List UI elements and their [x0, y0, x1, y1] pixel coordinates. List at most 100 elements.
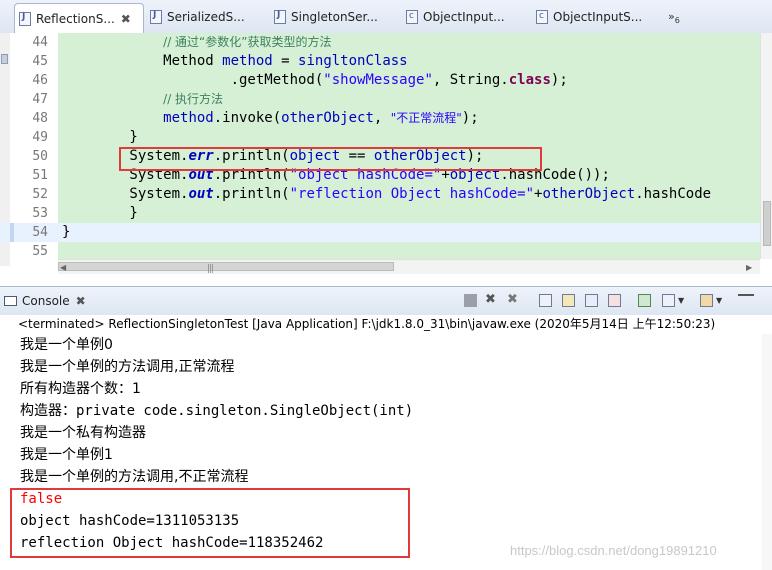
chevron-down-icon[interactable]: ▼: [716, 296, 729, 309]
highlight-box: [119, 147, 542, 171]
code-token: singltonClass: [298, 53, 408, 69]
tab-overflow-button[interactable]: »6: [668, 10, 680, 25]
code-text: System.out.println("reflection Object ha…: [62, 185, 711, 204]
show-on-stderr-icon[interactable]: [608, 294, 621, 307]
class-file-icon: [406, 10, 418, 24]
tab-object-input-1[interactable]: ObjectInput...: [402, 4, 528, 30]
tab-object-input-2[interactable]: ObjectInputS...: [532, 4, 662, 30]
code-token: "reflection Object hashCode=": [289, 186, 535, 202]
tab-singleton-serial[interactable]: SingletonSer...: [270, 4, 398, 30]
line-number: 50: [32, 149, 48, 164]
code-token: "showMessage": [323, 72, 433, 88]
console-vertical-scrollbar[interactable]: [762, 334, 772, 570]
code-token: otherObject: [281, 110, 374, 126]
stdout-line: 我是一个单例1: [20, 447, 113, 463]
code-line: 44 // 通过“参数化”获取类型的方法: [0, 33, 760, 52]
stdout-line: 我是一个私有构造器: [20, 425, 146, 441]
launch-status-line: <terminated> ReflectionSingletonTest [Ja…: [0, 315, 772, 334]
remove-all-launches-icon[interactable]: ✖: [507, 292, 520, 307]
terminate-icon[interactable]: [464, 294, 477, 307]
watermark: https://blog.csdn.net/dong19891210: [510, 543, 717, 558]
code-token: ,: [373, 110, 391, 126]
tab-label: ObjectInputS...: [553, 10, 643, 24]
scroll-lock-icon[interactable]: [562, 294, 575, 307]
line-number: 53: [32, 206, 48, 221]
code-token: out: [188, 186, 214, 202]
display-console-icon[interactable]: [662, 294, 675, 307]
chevron-down-icon[interactable]: ▼: [678, 296, 691, 309]
class-file-icon: [536, 10, 548, 24]
code-text: }: [62, 128, 138, 147]
clear-console-icon[interactable]: [539, 294, 552, 307]
java-file-icon: [19, 11, 31, 26]
scroll-thumb[interactable]: |||: [58, 262, 394, 274]
stdout-line: 构造器：private code.singleton.SingleObject(…: [20, 403, 414, 419]
code-line: 49 }: [0, 128, 760, 147]
chevron-right-icon: »: [668, 10, 675, 23]
editor-vertical-scrollbar[interactable]: [760, 33, 772, 259]
code-token: System.: [62, 186, 189, 202]
code-line: 46 .getMethod("showMessage", String.clas…: [0, 71, 760, 90]
code-line: 52 System.out.println("reflection Object…: [0, 185, 760, 204]
tab-label: ObjectInput...: [423, 10, 505, 24]
code-text: Method method = singltonClass: [62, 52, 408, 71]
code-token: , String.: [432, 72, 509, 88]
line-number: 47: [32, 92, 48, 107]
scroll-left-icon[interactable]: ◀: [60, 263, 66, 272]
code-token: method: [222, 53, 273, 69]
code-token: }: [62, 224, 71, 240]
code-text: // 通过“参数化”获取类型的方法: [62, 33, 331, 52]
editor-horizontal-scrollbar[interactable]: ||| ◀ ▶: [58, 259, 760, 274]
line-number: 46: [32, 73, 48, 88]
overflow-count: 6: [674, 16, 680, 26]
tab-label: SingletonSer...: [291, 10, 378, 24]
stdout-line: 我是一个单例的方法调用,正常流程: [20, 359, 235, 375]
code-token: .hashCode: [635, 186, 712, 202]
code-line: 54}: [0, 223, 760, 242]
tab-label: ReflectionS...: [36, 11, 115, 26]
code-token: .getMethod(: [62, 72, 324, 88]
editor-tab-bar: ReflectionS... ✖ SerializedS... Singleto…: [0, 0, 772, 34]
remove-launch-icon[interactable]: ✖: [485, 292, 498, 307]
show-on-stdout-icon[interactable]: [585, 294, 598, 307]
scroll-right-icon[interactable]: ▶: [746, 263, 752, 272]
code-editor[interactable]: 44 // 通过“参数化”获取类型的方法 45 Method method = s…: [0, 33, 772, 274]
code-token: }: [62, 129, 138, 145]
code-token: );: [550, 72, 568, 88]
code-token: .println(: [213, 186, 290, 202]
line-number: 49: [32, 130, 48, 145]
stdout-line: 所有构造器个数：1: [20, 381, 141, 397]
code-token: class: [508, 72, 551, 88]
code-line: 47 // 执行方法: [0, 90, 760, 109]
code-line: 45 Method method = singltonClass: [0, 52, 760, 71]
open-console-icon[interactable]: [700, 294, 713, 307]
stdout-line: 我是一个单例0: [20, 337, 113, 353]
tab-serialized-singleton[interactable]: SerializedS...: [146, 4, 266, 30]
code-token: .invoke(: [213, 110, 282, 126]
code-line: 53 }: [0, 204, 760, 223]
code-token: // 执行方法: [163, 92, 224, 106]
code-token: =: [272, 53, 299, 69]
code-line: 48 method.invoke(otherObject, "不正常流程");: [0, 109, 760, 128]
code-text: // 执行方法: [62, 90, 223, 109]
tab-label: SerializedS...: [167, 10, 245, 24]
line-number: 45: [32, 54, 48, 69]
close-icon[interactable]: ✖: [76, 294, 86, 308]
console-monitor-icon: [4, 296, 17, 306]
scroll-thumb[interactable]: [763, 201, 771, 246]
line-number: 54: [32, 225, 48, 240]
close-icon[interactable]: ✖: [121, 12, 131, 26]
console-header: Console ✖ ✖ ✖ ▼ ▼: [0, 286, 772, 316]
line-number: 52: [32, 187, 48, 202]
tab-reflection-singleton-test[interactable]: ReflectionS... ✖: [14, 3, 144, 33]
line-number: 48: [32, 111, 48, 126]
pin-console-icon[interactable]: [638, 294, 651, 307]
minimize-icon[interactable]: [738, 294, 754, 307]
code-text: .getMethod("showMessage", String.class);: [62, 71, 568, 90]
tab-console[interactable]: Console ✖: [4, 290, 86, 312]
code-text: }: [62, 223, 70, 242]
output-highlight-box: [10, 488, 410, 558]
